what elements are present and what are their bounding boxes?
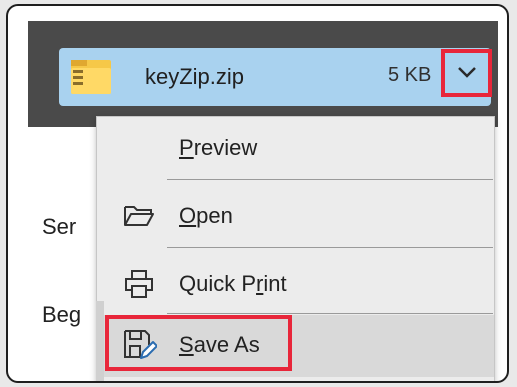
menu-item-preview[interactable]: Preview (97, 117, 494, 179)
menu-item-quick-print[interactable]: Quick Print (97, 253, 494, 315)
printer-icon (125, 270, 153, 298)
menu-scroll-strip (96, 301, 104, 381)
attachment-filename: keyZip.zip (145, 64, 245, 89)
attachment-size: 5 KB (388, 64, 432, 86)
background-text-line2: Beg (42, 302, 82, 327)
attachment-dropdown-button[interactable] (441, 49, 492, 97)
screenshot-frame: keyZip.zip 5 KB Ser Beg Preview Open Qui… (6, 4, 509, 383)
menu-item-open[interactable]: Open (97, 185, 494, 247)
folder-open-icon (124, 206, 154, 226)
background-text-line1: Ser (42, 214, 77, 239)
menu-item-label: Preview (179, 135, 258, 160)
save-as-highlight-box (105, 315, 292, 371)
menu-item-label: Open (179, 203, 233, 228)
menu-separator (167, 179, 493, 180)
zip-folder-icon (71, 60, 111, 94)
menu-separator (167, 313, 493, 314)
menu-separator (167, 247, 493, 248)
chevron-down-icon (458, 67, 476, 78)
menu-item-label: Quick Print (179, 271, 287, 296)
